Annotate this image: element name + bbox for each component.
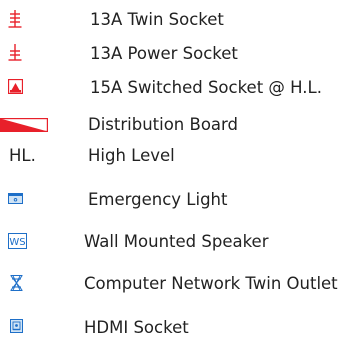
legend-item-power-socket: 13A Power Socket: [0, 40, 347, 70]
high-level-symbol: HL.: [9, 146, 36, 165]
twin-socket-icon: [8, 10, 22, 28]
legend-item-wall-speaker: WS Wall Mounted Speaker: [0, 228, 347, 258]
wall-speaker-icon: WS: [8, 233, 27, 249]
legend-label: High Level: [88, 146, 175, 165]
legend-item-hdmi-socket: HDMI Socket: [0, 314, 347, 344]
legend-item-distribution-board: Distribution Board: [0, 110, 347, 140]
legend-label: HDMI Socket: [84, 318, 189, 337]
legend-item-high-level: HL. High Level: [0, 144, 347, 174]
emergency-light-icon: [8, 193, 23, 204]
distribution-board-icon: [0, 118, 48, 132]
legend-label: Emergency Light: [88, 190, 228, 209]
legend-label: 13A Power Socket: [90, 44, 238, 63]
legend-label: 13A Twin Socket: [90, 10, 224, 29]
legend-label: 15A Switched Socket @ H.L.: [90, 78, 322, 97]
legend-item-emergency-light: Emergency Light: [0, 186, 347, 216]
power-socket-icon: [8, 44, 22, 61]
legend-item-twin-socket: 13A Twin Socket: [0, 6, 347, 36]
legend-label: Computer Network Twin Outlet: [84, 274, 338, 293]
wall-speaker-symbol-text: WS: [9, 237, 25, 248]
legend-label: Wall Mounted Speaker: [84, 232, 269, 251]
legend-label: Distribution Board: [88, 115, 238, 134]
legend-item-switched-socket: 15A Switched Socket @ H.L.: [0, 74, 347, 104]
hdmi-socket-icon: [10, 319, 23, 333]
legend: { "legend": { "items": [ {"symbol": "twi…: [0, 0, 347, 349]
legend-item-network-outlet: Computer Network Twin Outlet: [0, 270, 347, 300]
network-twin-outlet-icon: [10, 275, 23, 291]
switched-socket-icon: [8, 79, 23, 94]
